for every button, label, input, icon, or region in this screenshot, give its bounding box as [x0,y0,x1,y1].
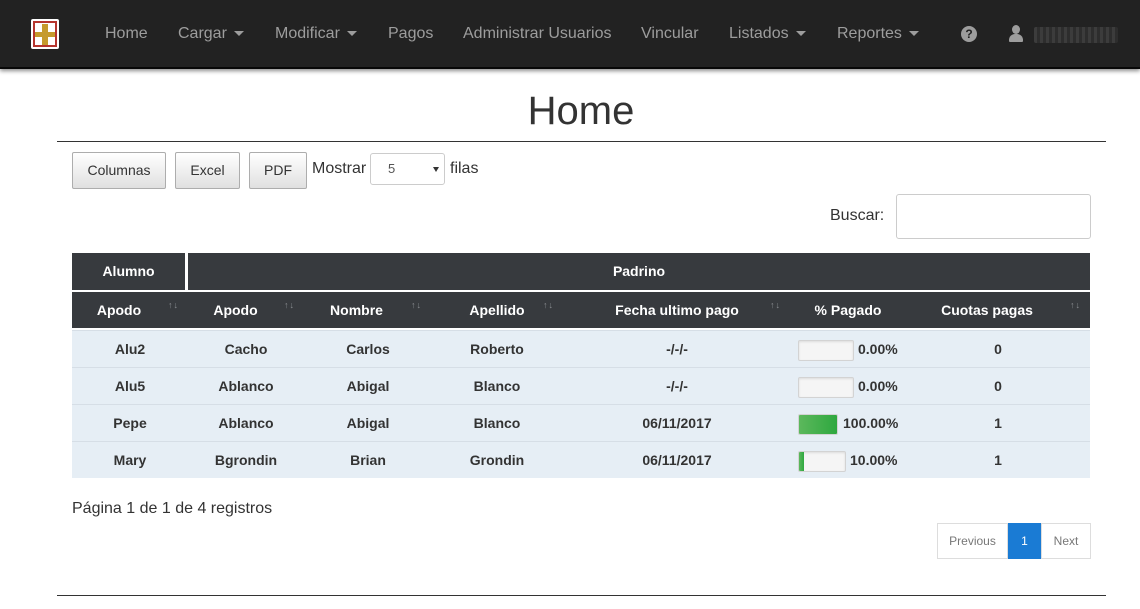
progress-bar [798,414,838,435]
table-header: Apodo ↑↓ Apodo ↑↓ Nombre ↑↓ Apellido ↑↓ … [72,292,1090,328]
pagado-value: 0.00% [858,378,898,394]
page-title: Home [527,89,635,133]
nav-home[interactable]: Home [105,24,148,44]
nav-reportes[interactable]: Reportes [837,24,919,44]
search-input[interactable] [896,194,1091,239]
cell-cuotas: 1 [994,415,1002,431]
sort-icon[interactable]: ↑↓ [770,301,781,310]
cell-apellido: Roberto [470,341,524,357]
chevron-down-icon [908,31,919,37]
cell-apodo: Ablanco [218,378,274,394]
nav-reportes-label: Reportes [837,25,902,42]
sort-icon[interactable]: ↑↓ [168,301,179,310]
nav-administrar-usuarios[interactable]: Administrar Usuarios [463,24,611,44]
table-row: Alu2 Cacho Carlos Roberto -/-/- 0.00% 0 [72,330,1090,367]
col-header-pagado[interactable]: % Pagado [788,292,908,328]
nav-listados[interactable]: Listados [729,24,806,44]
progress-bar [798,377,854,398]
cell-cuotas: 0 [994,378,1002,394]
col-header-fecha[interactable]: Fecha ultimo pago [572,292,782,328]
progress-bar [798,451,846,472]
col-header-nombre[interactable]: Nombre [306,292,407,328]
columnas-button[interactable]: Columnas [72,152,166,189]
cell-nombre: Abigal [346,378,390,394]
nav-pagos[interactable]: Pagos [388,24,433,44]
col-header-apodo[interactable]: Apodo [188,292,283,328]
rows-per-page-select[interactable]: 5 [370,153,445,185]
sort-icon[interactable]: ↑↓ [1070,301,1081,310]
cell-fecha: -/-/- [666,378,688,394]
cell-nombre: Carlos [346,341,390,357]
nav-vincular[interactable]: Vincular [641,24,699,44]
user-icon[interactable] [1008,25,1024,43]
table-row: Pepe Ablanco Abigal Blanco 06/11/2017 10… [72,404,1090,441]
cell-cuotas: 0 [994,341,1002,357]
next-button[interactable]: Next [1041,523,1091,559]
nav-modificar[interactable]: Modificar [275,24,357,44]
progress-bar-fill [799,415,837,434]
group-header-alumno: Alumno [72,253,185,290]
cell-alumno: Pepe [113,415,147,431]
logo[interactable] [31,19,59,49]
col-header-alumno-apodo[interactable]: Apodo [72,292,166,328]
user-icon-head [1012,25,1020,34]
sort-icon[interactable]: ↑↓ [543,301,554,310]
table-row: Mary Bgrondin Brian Grondin 06/11/2017 1… [72,441,1090,478]
chevron-down-icon [346,31,357,37]
help-icon[interactable]: ? [961,26,977,42]
sort-icon[interactable]: ↑↓ [284,301,295,310]
progress-bar-fill [799,452,804,471]
chevron-down-icon [233,31,244,37]
page-1-button[interactable]: 1 [1008,523,1041,559]
nav-modificar-label: Modificar [275,25,340,42]
rows-per-page-value: 5 [388,161,396,176]
nav-cargar[interactable]: Cargar [178,24,244,44]
navbar: Home Cargar Modificar Pagos Administrar … [0,0,1140,69]
pdf-button[interactable]: PDF [249,152,307,189]
cell-alumno: Mary [113,452,147,468]
cell-fecha: -/-/- [666,341,688,357]
sort-icon[interactable]: ↑↓ [411,301,422,310]
divider [57,595,1106,596]
cell-apodo: Ablanco [218,415,274,431]
filas-label: filas [450,160,479,177]
chevron-down-icon [433,167,439,172]
nav-listados-label: Listados [729,25,789,42]
cell-apellido: Blanco [473,378,521,394]
table-info: Página 1 de 1 de 4 registros [72,500,273,517]
previous-button[interactable]: Previous [937,523,1008,559]
cell-apellido: Grondin [469,452,525,468]
cell-fecha: 06/11/2017 [642,415,712,431]
user-name-redacted[interactable] [1034,27,1118,43]
cell-nombre: Abigal [346,415,390,431]
cell-fecha: 06/11/2017 [642,452,712,468]
cell-apellido: Blanco [473,415,521,431]
mostrar-label: Mostrar [312,160,367,177]
pagado-value: 100.00% [843,415,899,431]
table-row: Alu5 Ablanco Abigal Blanco -/-/- 0.00% 0 [72,367,1090,404]
cell-alumno: Alu2 [114,341,146,357]
chevron-down-icon [795,31,806,37]
logo-cross-horizontal [35,32,55,37]
user-icon-body [1009,34,1023,42]
progress-bar [798,340,854,361]
cell-nombre: Brian [350,452,386,468]
excel-button[interactable]: Excel [175,152,240,189]
cell-apodo: Bgrondin [214,452,278,468]
group-header-padrino: Padrino [188,253,1090,290]
cell-alumno: Alu5 [114,378,146,394]
buscar-label: Buscar: [830,207,885,224]
col-header-apellido[interactable]: Apellido [432,292,562,328]
pagado-value: 10.00% [850,452,898,468]
divider [57,141,1106,142]
cell-cuotas: 1 [994,452,1002,468]
pagado-value: 0.00% [858,341,898,357]
cell-apodo: Cacho [224,341,268,357]
nav-cargar-label: Cargar [178,25,227,42]
col-header-cuotas[interactable]: Cuotas pagas [922,292,1052,328]
